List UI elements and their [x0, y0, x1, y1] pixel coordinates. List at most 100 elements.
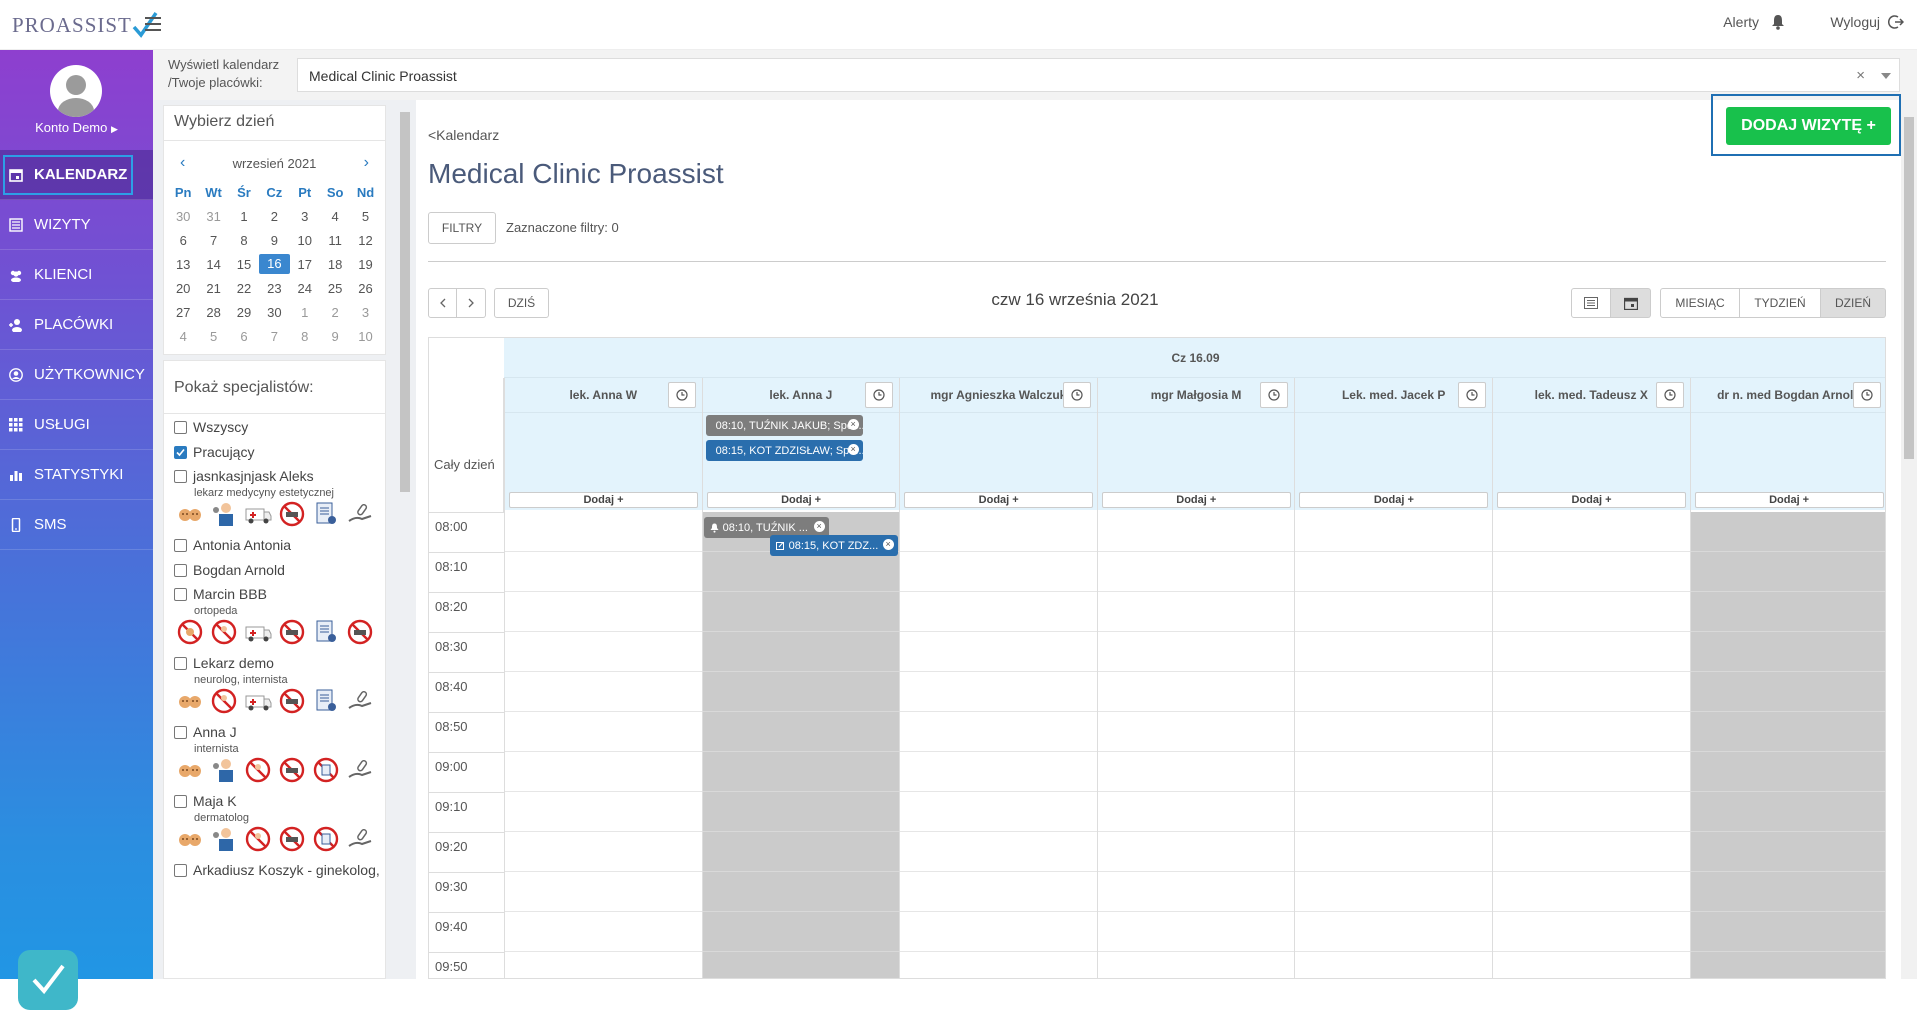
- time-slot[interactable]: [505, 712, 702, 752]
- specialist-item[interactable]: Maja K: [174, 793, 237, 809]
- checkbox[interactable]: [174, 587, 187, 601]
- filters-button[interactable]: FILTRY: [428, 212, 496, 244]
- time-slot[interactable]: [1493, 952, 1690, 978]
- checkbox-all[interactable]: Wszyscy: [174, 419, 248, 435]
- logout-button[interactable]: Wyloguj: [1830, 14, 1904, 30]
- time-slot[interactable]: [1493, 832, 1690, 872]
- mini-calendar-day[interactable]: 12: [350, 233, 380, 248]
- time-slot[interactable]: [702, 752, 900, 792]
- add-appointment-button[interactable]: Dodaj +: [1299, 492, 1489, 508]
- time-slot[interactable]: [702, 672, 900, 712]
- time-slot[interactable]: [1295, 952, 1492, 978]
- sidebar-item-uzytkownicy[interactable]: UŻYTKOWNICY: [0, 350, 153, 400]
- next-month-button[interactable]: ›: [364, 154, 369, 172]
- time-slot[interactable]: [702, 912, 900, 952]
- time-slot[interactable]: [1493, 712, 1690, 752]
- time-slot[interactable]: [702, 632, 900, 672]
- mini-calendar-day[interactable]: 6: [229, 329, 259, 344]
- time-slot[interactable]: [1690, 832, 1885, 872]
- mini-calendar-day[interactable]: 30: [259, 305, 289, 320]
- time-slot[interactable]: [1690, 792, 1885, 832]
- specialist-item[interactable]: Anna J: [174, 724, 237, 740]
- checkbox[interactable]: [174, 863, 187, 877]
- logo[interactable]: PROASSIST: [12, 10, 158, 40]
- time-slot[interactable]: [1295, 632, 1492, 672]
- remove-event-icon[interactable]: ×: [882, 539, 894, 550]
- time-slot[interactable]: [702, 872, 900, 912]
- time-slot[interactable]: [1690, 512, 1885, 552]
- time-slot[interactable]: [900, 672, 1097, 712]
- time-slot[interactable]: [505, 592, 702, 632]
- mini-calendar-day[interactable]: 14: [198, 257, 228, 272]
- mini-calendar-day[interactable]: 2: [259, 209, 289, 224]
- mini-calendar-day[interactable]: 15: [229, 257, 259, 272]
- time-slot[interactable]: [900, 632, 1097, 672]
- mini-calendar-day[interactable]: 10: [350, 329, 380, 344]
- mini-calendar-day[interactable]: 31: [198, 209, 228, 224]
- add-appointment-button[interactable]: Dodaj +: [1694, 492, 1884, 508]
- left-scrollbar[interactable]: [398, 105, 412, 979]
- mini-calendar-day[interactable]: 29: [229, 305, 259, 320]
- time-slot[interactable]: [1295, 512, 1492, 552]
- time-slot[interactable]: [1493, 512, 1690, 552]
- time-slot[interactable]: [505, 872, 702, 912]
- mini-calendar-day[interactable]: 28: [198, 305, 228, 320]
- schedule-clock-button[interactable]: [667, 382, 696, 408]
- mini-calendar-day[interactable]: 1: [229, 209, 259, 224]
- today-button[interactable]: DZIŚ: [494, 288, 549, 318]
- time-slot[interactable]: [900, 832, 1097, 872]
- mini-calendar-day[interactable]: 30: [168, 209, 198, 224]
- week-view-button[interactable]: TYDZIEŃ: [1740, 288, 1821, 318]
- time-slot[interactable]: [1690, 712, 1885, 752]
- mini-calendar-day[interactable]: 20: [168, 281, 198, 296]
- checkbox-working[interactable]: Pracujący: [174, 444, 254, 460]
- mini-calendar-day[interactable]: 8: [229, 233, 259, 248]
- time-slot[interactable]: [900, 752, 1097, 792]
- mini-calendar-day[interactable]: 11: [320, 233, 350, 248]
- time-slot[interactable]: [1690, 592, 1885, 632]
- time-slot[interactable]: [505, 952, 702, 978]
- mini-calendar-day[interactable]: 18: [320, 257, 350, 272]
- time-slot[interactable]: [1493, 792, 1690, 832]
- time-slot[interactable]: [1097, 792, 1295, 832]
- mini-calendar-day[interactable]: 2: [320, 305, 350, 320]
- time-slot[interactable]: [702, 792, 900, 832]
- time-slot[interactable]: [1493, 672, 1690, 712]
- time-slot[interactable]: [900, 512, 1097, 552]
- time-slot[interactable]: [1295, 912, 1492, 952]
- time-slot[interactable]: [1097, 592, 1295, 632]
- mini-calendar-day[interactable]: 5: [350, 209, 380, 224]
- sidebar-item-uslugi[interactable]: USŁUGI: [0, 400, 153, 450]
- mini-calendar-day[interactable]: 13: [168, 257, 198, 272]
- mini-calendar-day[interactable]: 4: [320, 209, 350, 224]
- specialist-item[interactable]: Antonia Antonia: [174, 537, 291, 553]
- checkbox[interactable]: [174, 725, 187, 739]
- time-slot[interactable]: [1493, 592, 1690, 632]
- time-slot[interactable]: [702, 592, 900, 632]
- remove-event-icon[interactable]: ×: [847, 419, 859, 430]
- scrollbar-thumb[interactable]: [1904, 117, 1914, 459]
- time-slot[interactable]: [1493, 552, 1690, 592]
- mini-calendar-day[interactable]: 3: [350, 305, 380, 320]
- time-slot[interactable]: [505, 912, 702, 952]
- schedule-clock-button[interactable]: [1260, 382, 1289, 408]
- time-slot[interactable]: [1690, 552, 1885, 592]
- time-slot[interactable]: [900, 912, 1097, 952]
- page-scrollbar[interactable]: [1901, 100, 1917, 979]
- time-slot[interactable]: [505, 832, 702, 872]
- back-to-calendar-link[interactable]: <Kalendarz: [428, 127, 499, 143]
- time-slot[interactable]: [1295, 752, 1492, 792]
- list-view-button[interactable]: [1571, 288, 1611, 318]
- schedule-clock-button[interactable]: [1457, 382, 1486, 408]
- mini-calendar-day[interactable]: 23: [259, 281, 289, 296]
- specialist-item[interactable]: Arkadiusz Koszyk - ginekolog,: [174, 862, 380, 878]
- add-appointment-button[interactable]: Dodaj +: [1497, 492, 1686, 508]
- time-slot[interactable]: [505, 672, 702, 712]
- mini-calendar-day[interactable]: 9: [320, 329, 350, 344]
- mini-calendar-day[interactable]: 8: [290, 329, 320, 344]
- specialist-item[interactable]: Marcin BBB: [174, 586, 267, 602]
- time-slot[interactable]: [505, 632, 702, 672]
- checkbox-checked[interactable]: [174, 445, 187, 459]
- schedule-clock-button[interactable]: [865, 382, 894, 408]
- checkmark-badge-icon[interactable]: [18, 950, 78, 1010]
